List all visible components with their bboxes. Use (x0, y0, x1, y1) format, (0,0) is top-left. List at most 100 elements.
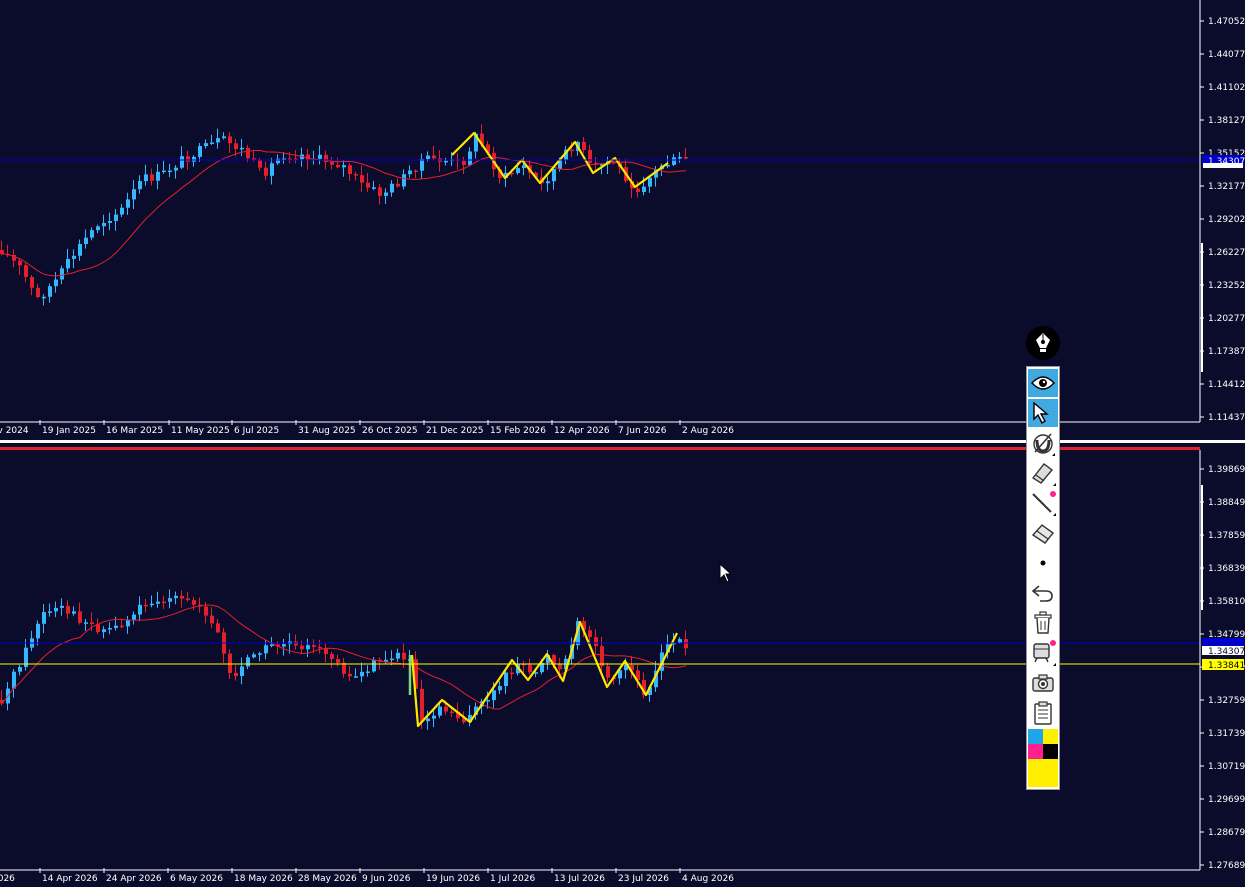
candle-body (36, 623, 40, 639)
candle-body (270, 644, 274, 647)
price-tick-label: 1.20277 (1208, 314, 1245, 324)
time-tick-label: 4 Aug 2026 (682, 874, 734, 884)
candle-body (342, 165, 346, 168)
time-tick-label: 12 Apr 2026 (554, 426, 610, 436)
candle-body (402, 174, 406, 187)
candle-body (636, 188, 640, 192)
candle-body (108, 220, 112, 223)
candle-body (156, 171, 160, 181)
candle-body (678, 157, 682, 159)
candle-body (42, 612, 46, 624)
candle-body (426, 718, 430, 722)
candle-body (318, 154, 322, 159)
candle-body (24, 265, 28, 277)
layers-tool-button[interactable] (1028, 639, 1058, 667)
candle-body (402, 652, 406, 660)
price-tick-label: 1.37859 (1208, 531, 1245, 541)
pencil-icon (1031, 463, 1056, 486)
eye-icon (1031, 376, 1055, 390)
price-tick-label: 1.38849 (1208, 498, 1245, 508)
cursor-tool-button[interactable] (1028, 399, 1058, 427)
time-tick-label: 21 Dec 2025 (426, 426, 484, 436)
candle-body (360, 671, 364, 677)
candle-body (18, 260, 22, 266)
candle-body (378, 187, 382, 196)
candle-body (186, 156, 190, 162)
price-tick-label: 1.26227 (1208, 248, 1245, 258)
candle-body (90, 622, 94, 625)
candle-body (96, 226, 100, 231)
pencil-tool-button[interactable] (1028, 459, 1058, 487)
trash-tool-button[interactable] (1028, 609, 1058, 637)
candle-body (114, 214, 118, 221)
candle-body (162, 170, 166, 173)
candle-body (48, 286, 52, 297)
candle-body (582, 141, 586, 151)
candle-body (156, 601, 160, 604)
eraser-tool-button[interactable] (1028, 519, 1058, 547)
candle-body (588, 150, 592, 163)
candle-body (0, 250, 4, 254)
candle-body (354, 676, 358, 678)
candle-body (396, 183, 400, 187)
camera-tool-button[interactable] (1028, 669, 1058, 697)
candle-body (144, 604, 148, 607)
eye-tool-button[interactable] (1028, 369, 1058, 397)
candle-body (678, 639, 682, 643)
time-tick-label: 31 Aug 2025 (298, 426, 356, 436)
time-tick-label: 24 Apr 2026 (106, 874, 162, 884)
candle-body (234, 143, 238, 150)
time-tick-label: 16 Mar 2025 (106, 426, 163, 436)
candle-body (552, 168, 556, 182)
candle-body (330, 654, 334, 659)
price-tick-label: 1.28679 (1208, 828, 1245, 838)
clipboard-tool-button[interactable] (1028, 699, 1058, 727)
candle-body (126, 199, 130, 208)
candle-body (372, 659, 376, 672)
undo-tool-button[interactable] (1028, 579, 1058, 607)
line-icon (1032, 491, 1056, 516)
candle-body (108, 628, 112, 630)
candle-body (504, 672, 508, 687)
candle-body (318, 646, 322, 649)
time-tick-label: 2026 (0, 874, 15, 884)
candle-body (174, 595, 178, 599)
dot-tool-button[interactable] (1028, 549, 1058, 577)
color-palette[interactable] (1028, 729, 1058, 787)
candle-body (354, 174, 358, 176)
candle-body (234, 672, 238, 677)
price-tick-label: 1.29699 (1208, 795, 1245, 805)
candle-body (168, 598, 172, 602)
candle-body (222, 136, 226, 139)
clipboard-icon (1034, 701, 1052, 725)
price-tick-label: 1.35810 (1208, 597, 1245, 607)
time-tick-label: ov 2024 (0, 426, 29, 436)
candle-body (330, 162, 334, 165)
candle-body (42, 296, 46, 299)
candle-body (684, 157, 688, 159)
candle-body (114, 625, 118, 629)
time-tick-label: 9 Jun 2026 (362, 874, 411, 884)
candle-body (60, 268, 64, 280)
candle-body (450, 711, 454, 714)
candle-body (126, 619, 130, 627)
magnet-tool-button[interactable] (1028, 429, 1058, 457)
candle-body (150, 603, 154, 606)
price-tick-label: 1.27689 (1208, 861, 1245, 871)
candle-body (336, 658, 340, 663)
candle-body (324, 648, 328, 655)
candle-body (648, 177, 652, 187)
candle-body (204, 143, 208, 147)
bottom-level-label: 1.33841 (1208, 661, 1245, 671)
top-current-price-label: 1.34307 (1208, 157, 1245, 167)
price-tick-label: 1.30719 (1208, 762, 1245, 772)
candle-body (276, 158, 280, 164)
pen-tool-button[interactable] (1026, 326, 1060, 360)
candle-body (366, 182, 370, 188)
time-tick-label: 18 May 2026 (234, 874, 293, 884)
line-tool-button[interactable] (1028, 489, 1058, 517)
top-candles (0, 124, 688, 306)
pen-icon (1036, 333, 1050, 352)
bottom-current-price-box (1202, 638, 1244, 646)
candle-body (72, 255, 76, 259)
